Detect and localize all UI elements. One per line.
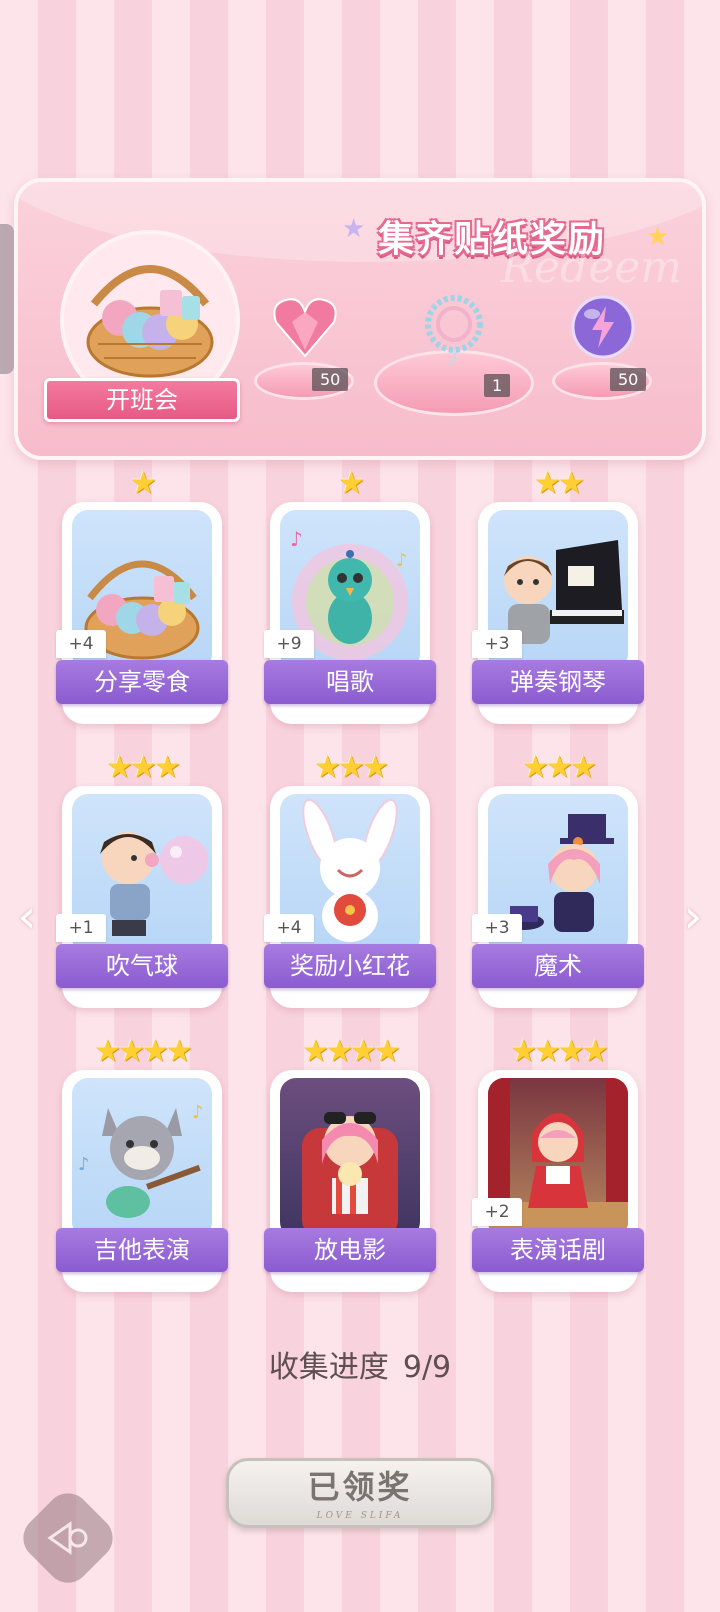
card-label: 吹气球 bbox=[56, 944, 228, 988]
card-frame: +3 弹奏钢琴 bbox=[472, 502, 644, 724]
sticker-card[interactable]: ★ ♪ ♪ +9 唱歌 bbox=[264, 466, 436, 724]
star-rating: ★ bbox=[338, 466, 365, 501]
card-frame: +3 魔术 bbox=[472, 786, 644, 1008]
svg-text:♪: ♪ bbox=[290, 527, 303, 551]
bonus-tag: +9 bbox=[264, 630, 314, 658]
star-rating: ★★★ bbox=[106, 750, 181, 785]
guitar-wolf-icon: ♪ ♪ bbox=[72, 1078, 212, 1238]
popcorn-girl-icon bbox=[280, 1078, 420, 1238]
card-frame: +2 表演话剧 bbox=[472, 1070, 644, 1292]
claimed-button-sub: LOVE SLIFA bbox=[316, 1511, 404, 1521]
back-arrow-icon bbox=[47, 1521, 88, 1555]
card-frame: ♪ ♪ +9 唱歌 bbox=[264, 502, 436, 724]
reward-item[interactable]: 50 bbox=[552, 292, 652, 402]
card-label: 放电影 bbox=[264, 1228, 436, 1272]
svg-text:♪: ♪ bbox=[192, 1102, 204, 1123]
card-frame: ♪ ♪ 吉他表演 bbox=[56, 1070, 228, 1292]
card-frame: +4 奖励小红花 bbox=[264, 786, 436, 1008]
heart-gem-icon bbox=[273, 298, 337, 358]
sticker-card[interactable]: ★★★★ 放电影 bbox=[264, 1034, 436, 1292]
card-label: 魔术 bbox=[472, 944, 644, 988]
reward-count: 50 bbox=[312, 368, 349, 391]
bonus-tag: +4 bbox=[56, 630, 106, 658]
bracelet-icon bbox=[425, 295, 483, 365]
energy-orb-icon bbox=[571, 295, 635, 359]
star-rating: ★★★★ bbox=[94, 1034, 193, 1069]
sticker-card[interactable]: ★★★ +4 奖励小红花 bbox=[264, 750, 436, 1008]
reward-count: 50 bbox=[610, 368, 647, 391]
reward-item[interactable]: 1 bbox=[374, 280, 534, 420]
star-rating: ★★ bbox=[534, 466, 585, 501]
next-page-arrow-icon[interactable]: › bbox=[676, 886, 710, 946]
star-rating: ★★★★ bbox=[302, 1034, 401, 1069]
sticker-card[interactable]: ★★ +3 弹奏钢琴 bbox=[472, 466, 644, 724]
sticker-card[interactable]: ★★★★ +2 表演话剧 bbox=[472, 1034, 644, 1292]
progress-label: 收集进度 bbox=[268, 1350, 389, 1385]
sticker-card[interactable]: ★★★ +3 魔术 bbox=[472, 750, 644, 1008]
sticker-card[interactable]: ★★★★ ♪ ♪ 吉他表演 bbox=[56, 1034, 228, 1292]
card-label: 吉他表演 bbox=[56, 1228, 228, 1272]
svg-text:♪: ♪ bbox=[396, 550, 408, 571]
side-drawer-handle[interactable] bbox=[0, 224, 14, 374]
back-button[interactable] bbox=[14, 1484, 122, 1592]
bonus-tag: +1 bbox=[56, 914, 106, 942]
claimed-button-label: 已领奖 bbox=[307, 1468, 413, 1506]
card-frame: +4 分享零食 bbox=[56, 502, 228, 724]
star-rating: ★★★ bbox=[314, 750, 389, 785]
prev-page-arrow-icon[interactable]: ‹ bbox=[10, 886, 44, 946]
progress-value: 9/9 bbox=[402, 1350, 452, 1385]
card-label: 奖励小红花 bbox=[264, 944, 436, 988]
svg-text:♪: ♪ bbox=[78, 1154, 90, 1175]
star-rating: ★★★ bbox=[522, 750, 597, 785]
card-label: 弹奏钢琴 bbox=[472, 660, 644, 704]
sticker-card[interactable]: ★★★ +1 吹气球 bbox=[56, 750, 228, 1008]
bonus-tag: +4 bbox=[264, 914, 314, 942]
collection-progress: 收集进度 9/9 bbox=[0, 1342, 720, 1386]
reward-count: 1 bbox=[484, 374, 511, 397]
bonus-tag: +2 bbox=[472, 1198, 522, 1226]
class-meeting-label: 开班会 bbox=[44, 378, 240, 422]
bonus-tag: +3 bbox=[472, 630, 522, 658]
bonus-tag: +3 bbox=[472, 914, 522, 942]
reward-banner: ★ 集齐贴纸奖励 ★ Redeem 开班会 50 1 50 bbox=[14, 178, 706, 460]
star-rating: ★ bbox=[130, 466, 157, 501]
card-label: 分享零食 bbox=[56, 660, 228, 704]
card-frame: +1 吹气球 bbox=[56, 786, 228, 1008]
card-frame: 放电影 bbox=[264, 1070, 436, 1292]
reward-item[interactable]: 50 bbox=[254, 292, 354, 402]
star-rating: ★★★★ bbox=[510, 1034, 609, 1069]
star-icon: ★ bbox=[342, 214, 366, 244]
claimed-button[interactable]: 已领奖 LOVE SLIFA bbox=[226, 1458, 494, 1528]
card-label: 表演话剧 bbox=[472, 1228, 644, 1272]
card-label: 唱歌 bbox=[264, 660, 436, 704]
sticker-card[interactable]: ★ +4 分享零食 bbox=[56, 466, 228, 724]
